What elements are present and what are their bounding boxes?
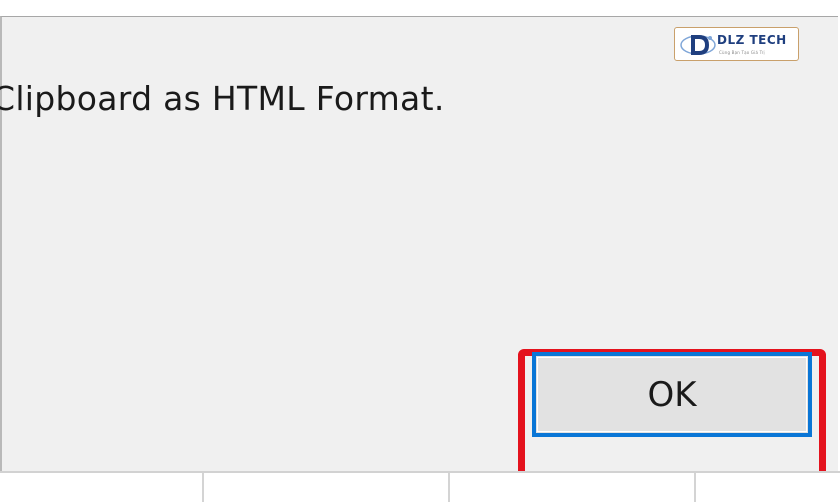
column-divider [202,473,204,502]
dlz-tech-watermark: DLZ TECH Cùng Bạn Tạo Giá Trị [674,27,799,61]
dlz-tech-logo-icon [680,35,716,55]
logo-tagline: Cùng Bạn Tạo Giá Trị [719,50,765,55]
background-top-strip [0,0,840,16]
dialog-message: Clipboard as HTML Format. [0,79,445,118]
logo-text: DLZ TECH [717,33,787,47]
ok-button[interactable]: OK [532,352,812,437]
column-divider [694,473,696,502]
spreadsheet-grid-strip [0,471,840,502]
column-divider [448,473,450,502]
